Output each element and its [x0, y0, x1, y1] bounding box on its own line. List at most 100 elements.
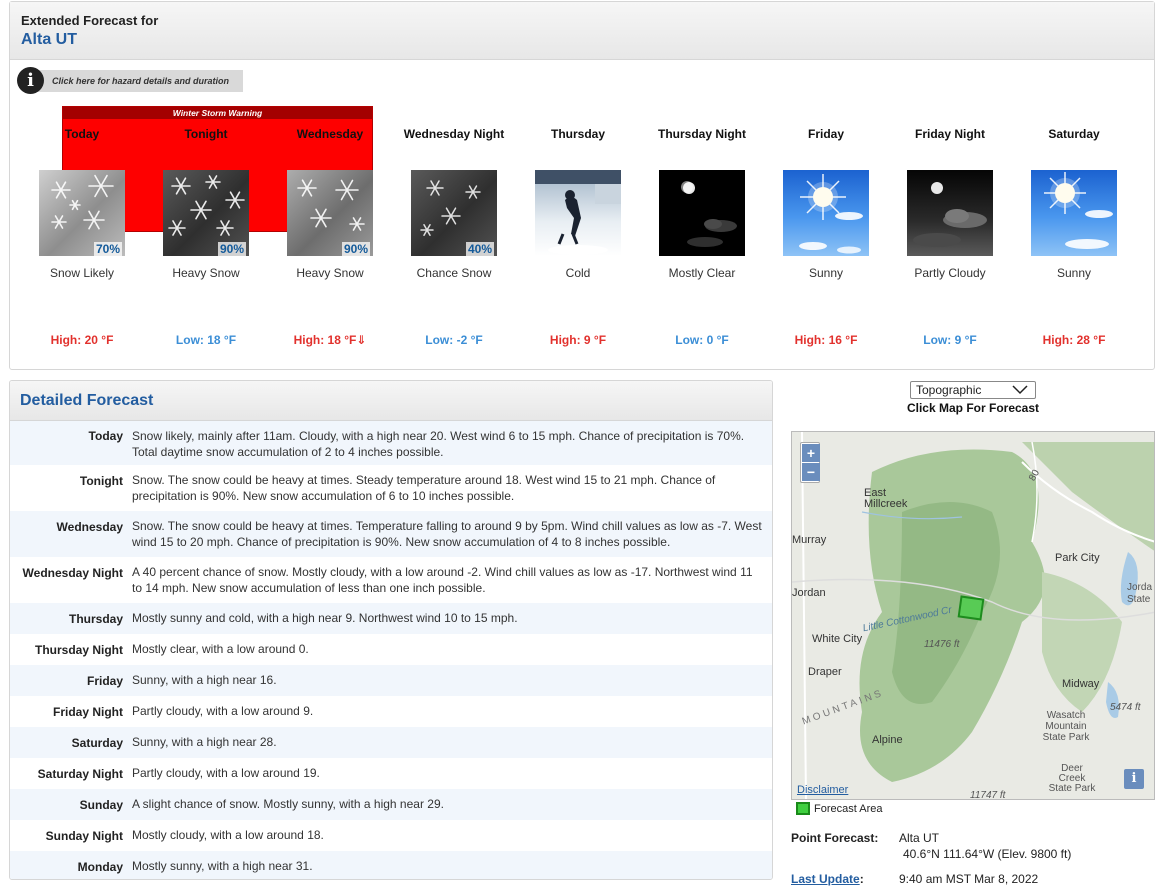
point-row: Point Forecast: Alta UT 40.6°N 111.64°W …	[791, 831, 1071, 861]
short-forecast: Mostly Clear	[668, 266, 736, 280]
temperature: Low: 0 °F	[675, 333, 729, 347]
detail-row: Friday Sunny, with a high near 16.	[10, 665, 772, 696]
warning-title: Winter Storm Warning	[63, 107, 372, 119]
zoom-out-button[interactable]: −	[802, 463, 820, 481]
map-info-button[interactable]: i	[1124, 769, 1144, 789]
detail-label: Saturday	[71, 736, 123, 750]
forecast-period[interactable]: Thursday Cold High: 9 °F	[523, 126, 633, 347]
forecast-period[interactable]: Tonight 90% Heavy Snow Low: 18 °F	[151, 126, 261, 347]
sunny-icon	[1031, 170, 1117, 256]
heavy-snow-icon: 90%	[163, 170, 249, 256]
disclaimer-link[interactable]: Disclaimer	[797, 784, 848, 796]
last-update-link[interactable]: Last Update	[791, 872, 860, 886]
temperature: High: 9 °F	[549, 333, 607, 347]
forecast-map[interactable]: + − 80 East Millcreek Murray Park City J…	[791, 431, 1155, 800]
map-label: State	[1127, 594, 1151, 605]
detail-text: Snow. The snow could be heavy at times. …	[132, 519, 762, 549]
detail-text: Partly cloudy, with a low around 19.	[132, 766, 320, 780]
detail-label: Today	[88, 429, 123, 443]
detail-text: A slight chance of snow. Mostly sunny, w…	[132, 797, 444, 811]
map-label: Draper	[808, 666, 842, 678]
detail-text: Mostly sunny and cold, with a high near …	[132, 611, 518, 625]
precip-chance: 40%	[465, 242, 494, 256]
map-label: 5474 ft	[1110, 702, 1141, 713]
detail-row: Wednesday Snow. The snow could be heavy a…	[10, 511, 772, 557]
forecast-area-swatch	[796, 802, 810, 815]
map-label: Alpine	[872, 734, 903, 746]
forecast-period[interactable]: Today 70% Snow Likely High: 20 °F	[27, 126, 137, 347]
temperature: High: 20 °F	[50, 333, 114, 347]
map-label: White City	[812, 633, 863, 645]
point-name: Alta UT	[899, 831, 940, 845]
precip-chance: 70%	[93, 242, 122, 256]
hazard-details-link[interactable]: i Click here for hazard details and dura…	[17, 67, 244, 94]
map-legend: Forecast Area	[796, 802, 882, 815]
map-caption: Click Map For Forecast	[906, 401, 1040, 415]
short-forecast: Heavy Snow	[296, 266, 364, 280]
detail-label: Thursday Night	[34, 643, 123, 657]
forecast-period[interactable]: Wednesday Night 40% Chance Snow Low: -2 …	[399, 126, 509, 347]
map-type-select[interactable]: Topographic	[910, 381, 1036, 399]
detail-row: Tonight Snow. The snow could be heavy at …	[10, 465, 772, 511]
chance-snow-icon: 40%	[411, 170, 497, 256]
map-label: Deer Creek State Park	[1048, 763, 1096, 794]
detail-row: Sunday A slight chance of snow. Mostly su…	[10, 789, 772, 820]
detail-label: Wednesday Night	[22, 566, 123, 580]
detail-label: Tonight	[79, 474, 123, 488]
short-forecast: Sunny	[1056, 266, 1092, 280]
sunny-icon	[783, 170, 869, 256]
detail-text: Snow likely, mainly after 11am. Cloudy, …	[132, 429, 745, 459]
detailed-forecast-title: Detailed Forecast	[10, 381, 772, 421]
period-name: Thursday Night	[657, 127, 746, 141]
period-name: Wednesday	[296, 127, 364, 141]
detailed-forecast-list: Today Snow likely, mainly after 11am. Clo…	[10, 421, 772, 879]
detail-label: Saturday Night	[37, 767, 123, 781]
detailed-forecast-panel: Detailed Forecast Today Snow likely, main…	[9, 380, 773, 880]
temperature: High: 28 °F	[1042, 333, 1106, 347]
short-forecast: Cold	[565, 266, 591, 280]
zoom-in-button[interactable]: +	[802, 444, 820, 462]
temperature: Low: 9 °F	[923, 333, 977, 347]
location-name: Alta UT	[21, 31, 77, 48]
short-forecast: Snow Likely	[49, 266, 115, 280]
heavy-snow-icon: 90%	[287, 170, 373, 256]
snow-icon: 70%	[39, 170, 125, 256]
detail-label: Sunday	[79, 798, 123, 812]
forecast-period[interactable]: Friday Night Partly Cloudy Low: 9 °F	[895, 126, 1005, 347]
forecast-period[interactable]: Friday Sunny High: 16 °F	[771, 126, 881, 347]
detail-text: Partly cloudy, with a low around 9.	[132, 704, 314, 718]
detail-text: Mostly sunny, with a high near 31.	[132, 859, 313, 873]
cold-icon	[535, 170, 621, 256]
detail-row: Thursday Mostly sunny and cold, with a hi…	[10, 603, 772, 634]
detail-text: Snow. The snow could be heavy at times. …	[132, 473, 716, 503]
forecast-period[interactable]: Saturday Sunny High: 28 °F	[1019, 126, 1129, 347]
point-forecast-info: Point Forecast: Alta UT 40.6°N 111.64°W …	[791, 831, 1071, 892]
detail-text: Mostly cloudy, with a low around 18.	[132, 828, 324, 842]
map-label: 11476 ft	[924, 639, 960, 650]
detail-label: Friday	[86, 674, 123, 688]
detail-label: Friday Night	[52, 705, 123, 719]
point-label: Point Forecast:	[791, 831, 879, 845]
detail-row: Today Snow likely, mainly after 11am. Clo…	[10, 421, 772, 465]
map-label: 11747 ft	[970, 790, 1006, 800]
detail-label: Sunday Night	[45, 829, 123, 843]
detail-label: Wednesday	[56, 520, 123, 534]
period-name: Thursday	[550, 127, 605, 141]
detail-text: A 40 percent chance of snow. Mostly clou…	[132, 565, 753, 595]
short-forecast: Chance Snow	[416, 266, 492, 280]
map-label: Murray	[792, 534, 827, 546]
short-forecast: Heavy Snow	[172, 266, 240, 280]
detail-text: Mostly clear, with a low around 0.	[132, 642, 309, 656]
map-label: Midway	[1062, 678, 1100, 690]
detail-row: Friday Night Partly cloudy, with a low ar…	[10, 696, 772, 727]
update-colon: :	[859, 872, 864, 886]
forecast-period[interactable]: Thursday Night Mostly Clear Low: 0 °F	[647, 126, 757, 347]
period-name: Wednesday Night	[403, 127, 505, 141]
point-coords: 40.6°N 111.64°W (Elev. 9800 ft)	[903, 847, 1072, 861]
partly-cloudy-night-icon	[907, 170, 993, 256]
map-label: Park City	[1055, 552, 1100, 564]
map-label: Jordan	[792, 587, 826, 599]
period-name: Tonight	[184, 127, 228, 141]
temperature: Low: 18 °F	[175, 333, 237, 347]
forecast-period[interactable]: Wednesday 90% Heavy Snow High: 18 °F⇓	[275, 126, 385, 347]
